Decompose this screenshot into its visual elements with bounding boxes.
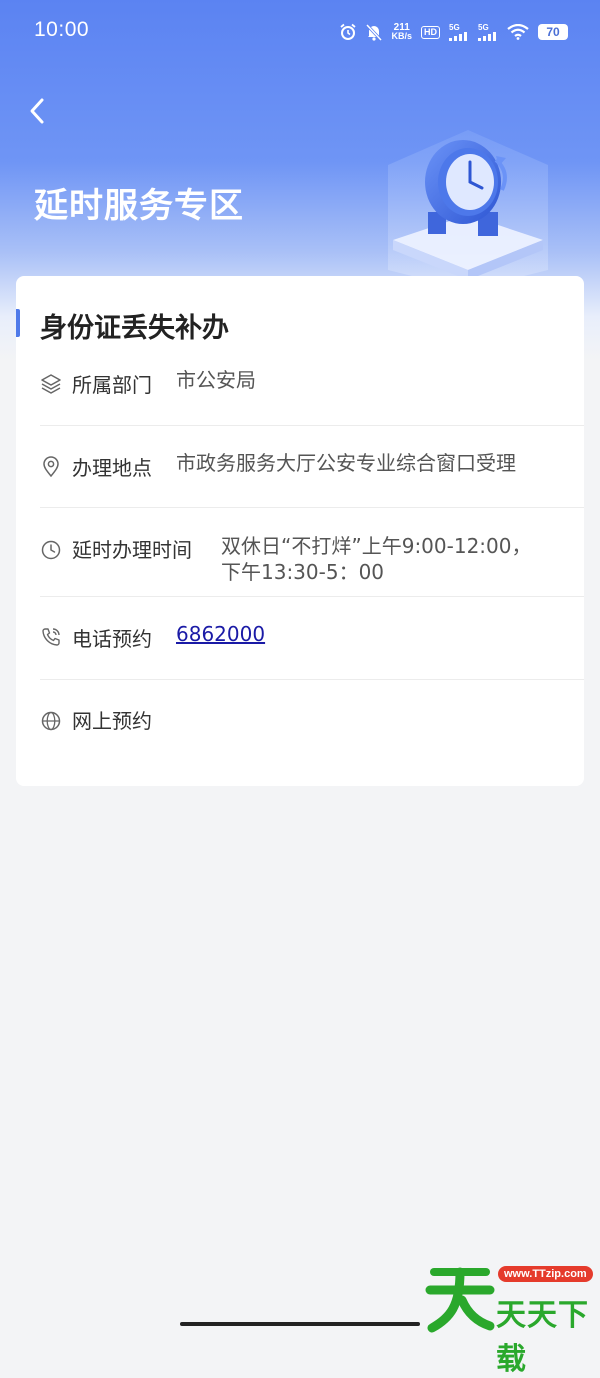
wifi-icon — [507, 24, 529, 40]
status-time: 10:00 — [34, 18, 90, 41]
network-speed-unit: KB/s — [391, 31, 412, 41]
phone-label: 电话预约 — [72, 627, 152, 651]
hours-row: 延时办理时间 双休日“不打烊”上午9:00-12:00， 下午13:30-5：0… — [40, 508, 584, 597]
signal-1: 5G — [449, 23, 469, 41]
card-title: 身份证丢失补办 — [40, 313, 229, 344]
location-pin-icon — [43, 456, 59, 478]
back-button[interactable] — [22, 94, 52, 128]
signal-1-label: 5G — [449, 23, 460, 32]
signal-2: 5G — [478, 23, 498, 41]
signal-bars-icon — [449, 32, 467, 41]
clock-illustration-icon — [388, 130, 548, 290]
card-accent-bar — [16, 309, 20, 337]
network-speed: 211 KB/s — [391, 23, 412, 41]
watermark-logo-icon — [425, 1267, 495, 1333]
hours-label: 延时办理时间 — [72, 538, 192, 562]
clock-icon — [41, 540, 61, 560]
watermark-url: www.TTzip.com — [498, 1266, 593, 1282]
location-row: 办理地点 市政务服务大厅公安专业综合窗口受理 — [40, 426, 584, 508]
battery-indicator: 70 — [538, 24, 568, 40]
online-booking-row[interactable]: 网上预约 — [40, 680, 584, 750]
alarm-icon — [339, 23, 357, 41]
phone-number-link[interactable]: 6862000 — [176, 621, 265, 648]
chevron-left-icon — [30, 98, 44, 124]
location-label: 办理地点 — [72, 456, 152, 480]
mute-bell-icon — [366, 23, 383, 41]
hd-badge: HD — [421, 25, 440, 39]
signal-bars-icon — [478, 32, 496, 41]
page-title: 延时服务专区 — [34, 186, 244, 226]
globe-icon — [41, 711, 61, 731]
department-value: 市公安局 — [176, 368, 256, 392]
phone-icon — [42, 628, 60, 646]
service-card: 身份证丢失补办 所属部门 市公安局 办理地点 市政务服务大厅公安专业综合窗口受理… — [16, 276, 584, 786]
watermark: www.TTzip.com 天天下载 — [424, 1256, 600, 1377]
signal-2-label: 5G — [478, 23, 489, 32]
hours-value-line1: 双休日“不打烊”上午9:00-12:00， — [221, 534, 532, 558]
phone-row: 电话预约 6862000 — [40, 597, 584, 680]
status-bar: 10:00 211 KB/s HD 5G 5G 70 — [0, 0, 600, 62]
layers-icon — [41, 374, 61, 394]
watermark-text: 天天下载 — [496, 1298, 589, 1377]
location-value: 市政务服务大厅公安专业综合窗口受理 — [176, 451, 516, 475]
online-booking-label: 网上预约 — [72, 709, 152, 733]
home-indicator[interactable] — [180, 1322, 420, 1326]
department-label: 所属部门 — [72, 373, 152, 397]
hours-value-line2: 下午13:30-5：00 — [221, 560, 385, 584]
department-row: 所属部门 市公安局 — [40, 364, 584, 426]
status-icons: 211 KB/s HD 5G 5G 70 — [339, 20, 568, 44]
